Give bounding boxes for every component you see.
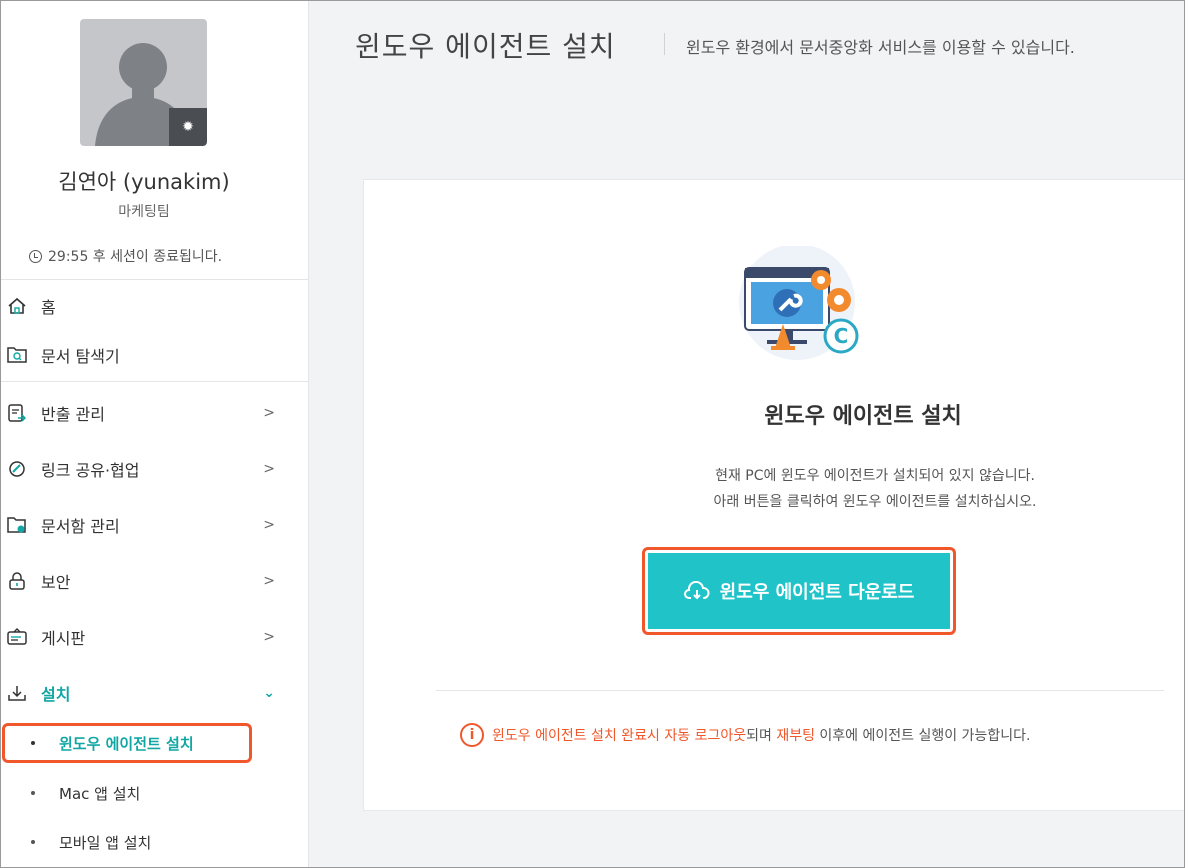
highlight-box <box>2 723 252 763</box>
sidebar-item-label: 문서 탐색기 <box>41 347 120 366</box>
sidebar-item-board[interactable]: 게시판 > <box>1 617 291 657</box>
clock-icon <box>29 249 42 263</box>
card-message-line: 아래 버튼을 클릭하여 윈도우 에이전트를 설치하십시오. <box>713 494 1037 510</box>
divider <box>1 381 309 382</box>
notice: i 윈도우 에이전트 설치 완료시 자동 로그아웃 되며 재부팅 이후에 에이전… <box>460 723 1030 747</box>
info-icon: i <box>460 723 484 747</box>
card-message: 현재 PC에 윈도우 에이전트가 설치되어 있지 않습니다. 아래 버튼을 클릭… <box>515 463 1184 515</box>
cloud-download-icon <box>683 581 710 600</box>
subnav-item-mac-app[interactable]: Mac 앱 설치 <box>1 774 291 812</box>
sidebar-item-export[interactable]: 반출 관리 > <box>1 393 291 433</box>
title-separator <box>664 33 665 55</box>
board-icon <box>5 625 29 649</box>
subnav-item-label: Mac 앱 설치 <box>59 784 141 803</box>
download-agent-button[interactable]: 윈도우 에이전트 다운로드 <box>648 553 950 629</box>
sidebar-item-home[interactable]: 홈 <box>1 286 291 326</box>
chevron-right-icon: > <box>263 573 275 589</box>
divider <box>1 279 309 280</box>
chevron-right-icon: > <box>263 629 275 645</box>
chevron-down-icon: ⌄ <box>263 685 275 701</box>
page-title: 윈도우 에이전트 설치 <box>355 30 616 63</box>
sidebar-item-security[interactable]: 보안 > <box>1 561 291 601</box>
page-description: 윈도우 환경에서 문서중앙화 서비스를 이용할 수 있습니다. <box>686 38 1075 57</box>
chevron-right-icon: > <box>263 517 275 533</box>
divider <box>436 690 1164 691</box>
bullet <box>31 840 35 844</box>
notice-text: 되며 <box>746 728 777 744</box>
user-team: 마케팅팀 <box>118 204 170 220</box>
card-message-line: 현재 PC에 윈도우 에이전트가 설치되어 있지 않습니다. <box>715 468 1035 484</box>
export-doc-icon <box>5 401 29 425</box>
user-name: 김연아 (yunakim) <box>58 170 230 194</box>
download-button-label: 윈도우 에이전트 다운로드 <box>719 582 915 603</box>
gear-icon[interactable]: ✹ <box>169 108 207 146</box>
svg-text:C: C <box>834 324 849 348</box>
sidebar-item-explorer[interactable]: 문서 탐색기 <box>1 335 291 375</box>
sidebar-item-label: 반출 관리 <box>41 405 105 424</box>
folder-settings-icon <box>5 513 29 537</box>
sidebar-item-label: 홈 <box>41 298 56 317</box>
sidebar-item-label: 게시판 <box>41 629 86 648</box>
app-window: ✹ 김연아 (yunakim) 마케팅팀 29:55 후 세션이 종료됩니다. … <box>0 0 1185 868</box>
session-timer: 29:55 후 세션이 종료됩니다. <box>29 246 222 266</box>
avatar[interactable]: ✹ <box>80 19 207 146</box>
sidebar-item-label: 링크 공유·협업 <box>41 461 140 480</box>
sidebar-item-label: 보안 <box>41 573 71 592</box>
chevron-right-icon: > <box>263 461 275 477</box>
notice-highlight: 윈도우 에이전트 설치 완료시 자동 로그아웃 <box>492 728 747 744</box>
session-text: 29:55 후 세션이 종료됩니다. <box>48 249 223 265</box>
sidebar-item-install[interactable]: 설치 ⌄ <box>1 673 291 713</box>
sidebar-item-folder-manage[interactable]: 문서함 관리 > <box>1 505 291 545</box>
folder-search-icon <box>5 343 29 367</box>
home-icon <box>5 294 29 318</box>
link-share-icon <box>5 457 29 481</box>
notice-text: 이후에 에이전트 실행이 가능합니다. <box>814 728 1031 744</box>
bullet <box>31 791 35 795</box>
sidebar: ✹ 김연아 (yunakim) 마케팅팀 29:55 후 세션이 종료됩니다. … <box>1 1 309 867</box>
install-card: C 윈도우 에이전트 설치 현재 PC에 윈도우 에이전트가 설치되어 있지 않… <box>363 179 1184 811</box>
chevron-right-icon: > <box>263 405 275 421</box>
notice-highlight: 재부팅 <box>776 728 815 744</box>
agent-install-illustration-icon: C <box>739 246 859 360</box>
install-icon <box>5 681 29 705</box>
subnav-item-label: 모바일 앱 설치 <box>59 833 152 852</box>
subnav-item-mobile-app[interactable]: 모바일 앱 설치 <box>1 823 291 861</box>
card-title: 윈도우 에이전트 설치 <box>764 404 962 429</box>
sidebar-item-label: 문서함 관리 <box>41 517 120 536</box>
sidebar-item-link-share[interactable]: 링크 공유·협업 > <box>1 449 291 489</box>
lock-icon <box>5 569 29 593</box>
sidebar-item-label: 설치 <box>41 685 71 704</box>
